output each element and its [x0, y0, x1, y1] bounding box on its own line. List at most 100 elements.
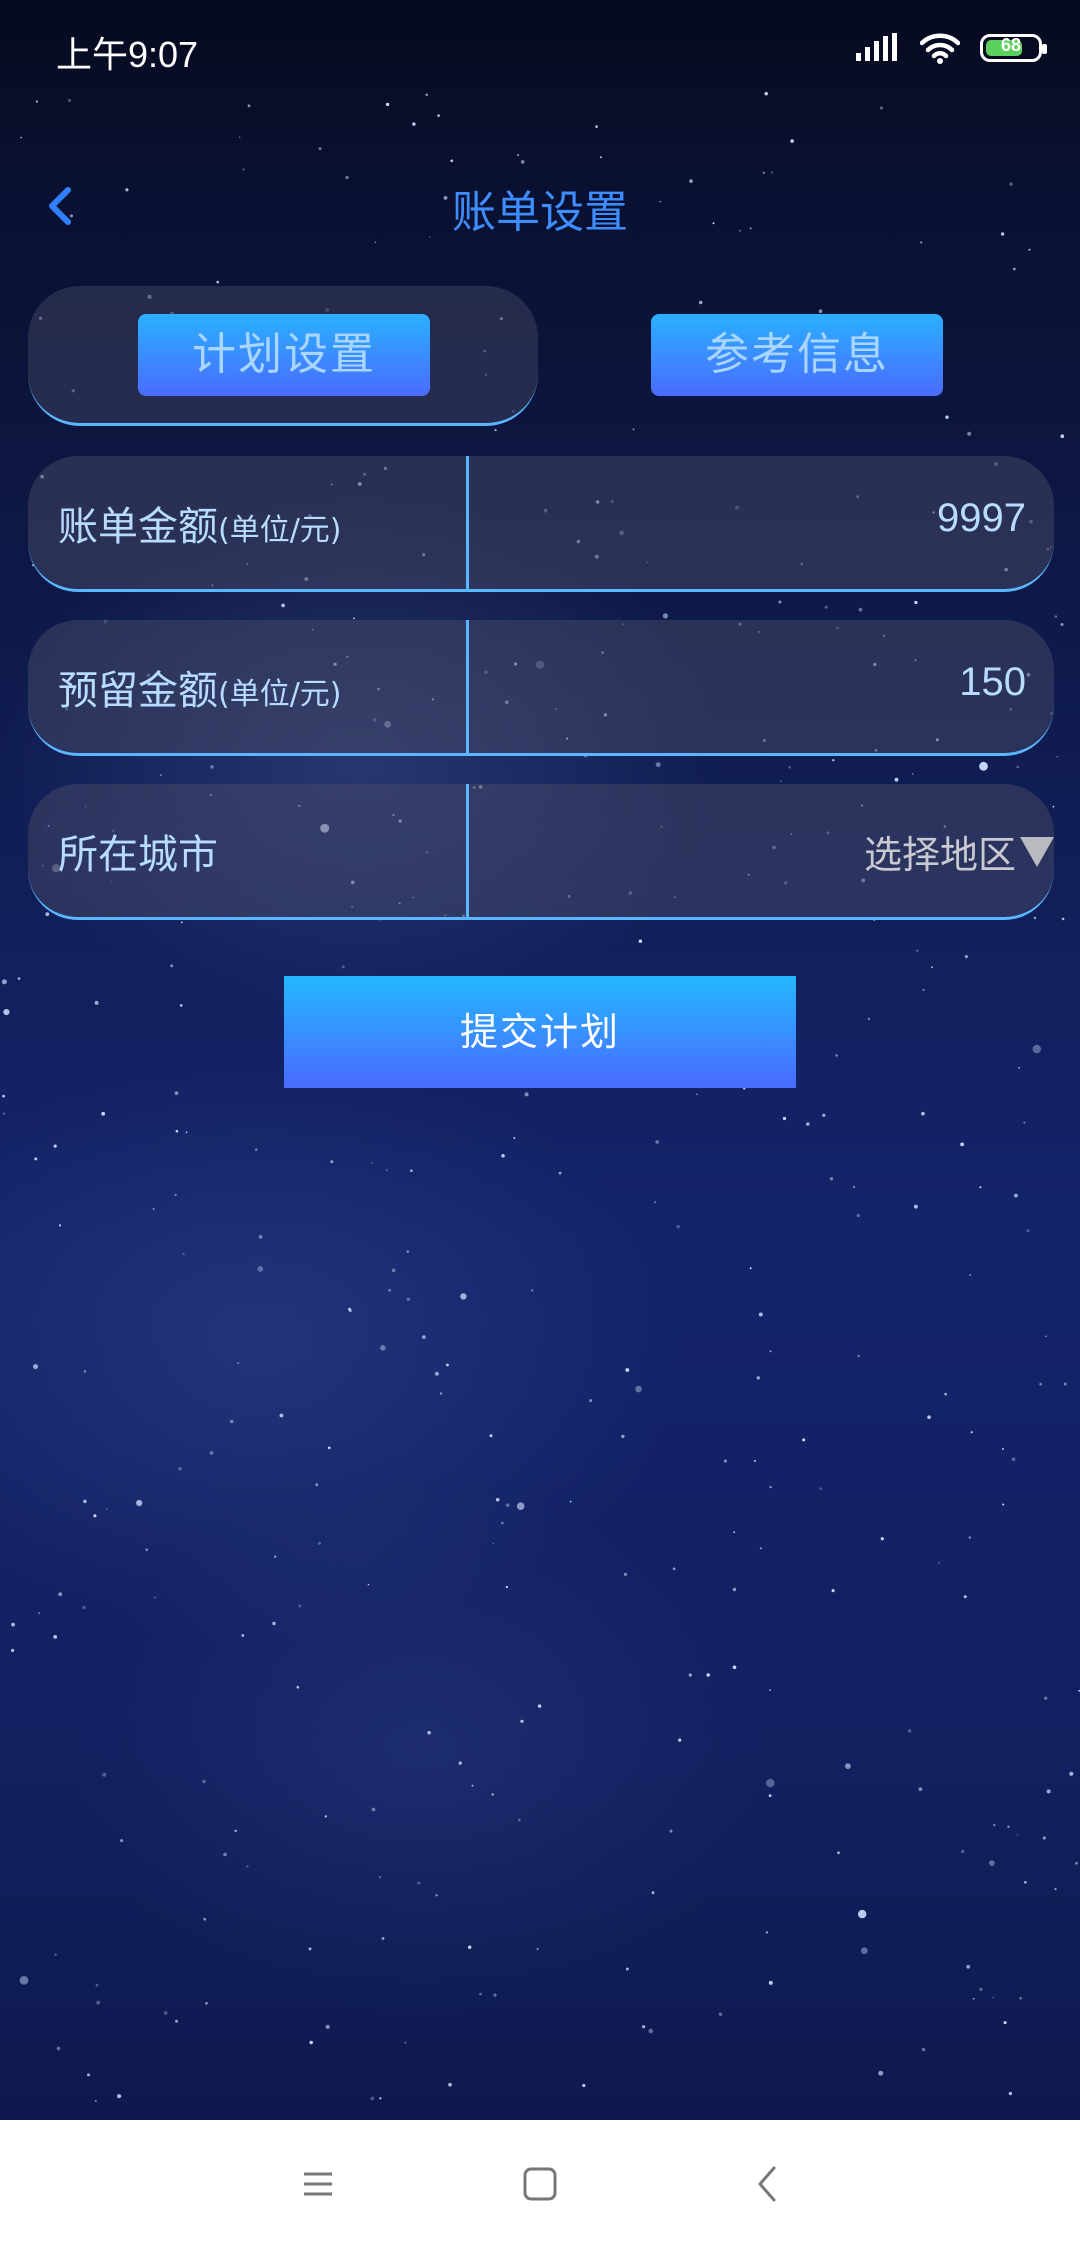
star [655, 762, 661, 768]
star [238, 136, 241, 138]
star [931, 966, 933, 969]
reserved-amount-input[interactable]: 150 [959, 660, 1026, 705]
status-bar: 上午9:07 68 [0, 0, 1080, 96]
star [500, 1521, 504, 1525]
star [638, 939, 643, 943]
star [732, 1665, 737, 1670]
reserved-amount-unit: (单位/元) [218, 677, 342, 712]
star [517, 154, 519, 156]
star [379, 2097, 382, 2100]
star [501, 1154, 505, 1158]
star [1002, 1503, 1005, 1506]
star [247, 104, 251, 108]
star [178, 1466, 183, 1471]
star [788, 766, 791, 769]
star [878, 2070, 884, 2076]
submit-plan-button[interactable]: 提交计划 [284, 976, 796, 1088]
star [676, 1225, 680, 1229]
bill-amount-row: 账单金额(单位/元) 9997 [28, 456, 1054, 592]
star [944, 1392, 947, 1396]
star [82, 1605, 86, 1610]
tab-reference-info[interactable]: 参考信息 [651, 314, 943, 396]
bill-amount-unit: (单位/元) [218, 513, 342, 548]
star [758, 1312, 763, 1317]
star [857, 1354, 860, 1358]
star [672, 1567, 676, 1571]
star [468, 1945, 472, 1949]
star [33, 1364, 38, 1370]
star [531, 1289, 534, 1292]
wifi-icon [920, 33, 960, 64]
star [768, 1794, 772, 1797]
star [595, 125, 598, 128]
nav-menu-button[interactable] [290, 2156, 346, 2212]
star [1033, 916, 1037, 920]
star [1016, 765, 1020, 769]
city-select[interactable]: 选择地区 [864, 824, 1054, 879]
star [1045, 1335, 1047, 1338]
star [2, 1094, 5, 1098]
star [1044, 1696, 1048, 1700]
tab-plan-settings[interactable]: 计划设置 [138, 314, 430, 396]
star [706, 1673, 710, 1677]
star [404, 2041, 407, 2044]
nav-home-button[interactable] [512, 2156, 568, 2212]
star [979, 1186, 982, 1189]
star [762, 171, 765, 174]
star [203, 1917, 207, 1921]
star [972, 1997, 975, 2000]
star [769, 1689, 771, 1691]
star [35, 100, 39, 103]
star [96, 2000, 101, 2005]
star [635, 1385, 642, 1393]
star [908, 1729, 912, 1733]
star [1060, 434, 1065, 439]
star [524, 1092, 529, 1097]
star [45, 912, 50, 917]
star [945, 415, 949, 419]
star [1061, 917, 1065, 921]
star [94, 2100, 97, 2102]
star [537, 1704, 542, 1708]
star [625, 1368, 630, 1372]
star [3, 1009, 10, 1016]
star [960, 1142, 964, 1147]
star [87, 2073, 90, 2077]
star [170, 964, 174, 968]
star [93, 1514, 97, 1518]
star [406, 1297, 410, 1302]
star [569, 1500, 572, 1503]
star [237, 1361, 240, 1365]
star [505, 1503, 510, 1507]
star [621, 1434, 625, 1439]
star [1032, 1044, 1042, 1054]
star [370, 2096, 375, 2101]
star [185, 1131, 188, 1134]
star [241, 1634, 245, 1637]
star [927, 1415, 931, 1419]
star [94, 1000, 99, 1005]
star [824, 605, 828, 609]
star [274, 1555, 277, 1558]
star [723, 1459, 727, 1463]
star [180, 921, 183, 924]
star [101, 1111, 106, 1116]
star [450, 159, 454, 163]
star [756, 1376, 760, 1380]
bill-amount-label-text: 账单金额 [58, 504, 218, 550]
star [318, 147, 322, 151]
star [439, 1392, 443, 1395]
star [136, 1499, 143, 1507]
reserved-amount-label: 预留金额(单位/元) [58, 658, 342, 716]
star [696, 1093, 698, 1096]
star [19, 1975, 29, 1985]
star [83, 1499, 87, 1504]
star [163, 2011, 168, 2015]
star [858, 607, 863, 612]
star [216, 280, 219, 284]
star [174, 1193, 177, 1197]
nav-back-button[interactable] [740, 2156, 796, 2212]
star [520, 160, 525, 164]
bill-amount-input[interactable]: 9997 [937, 496, 1026, 541]
star [753, 1459, 757, 1463]
